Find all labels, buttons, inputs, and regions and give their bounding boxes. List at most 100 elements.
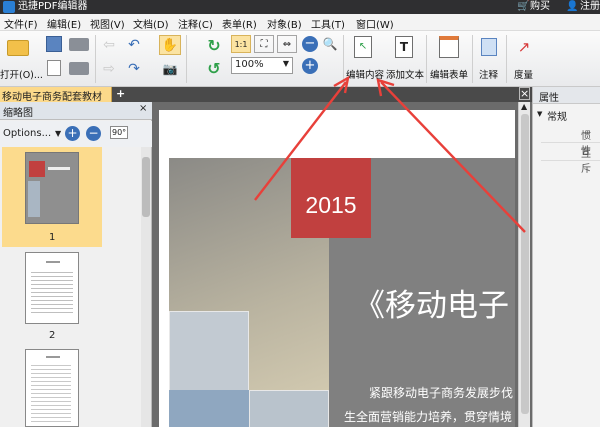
options-dropdown[interactable]: Options... xyxy=(3,128,51,139)
options-chevron-icon[interactable]: ▼ xyxy=(55,129,61,138)
thumbnail-page-2[interactable] xyxy=(25,252,79,324)
zoom-dropdown[interactable]: 100% ▼ xyxy=(231,57,293,74)
measure-button[interactable]: ↗ xyxy=(513,34,535,60)
tab-document[interactable]: 移动电子商务配套教材 xyxy=(0,87,112,103)
cover-subtitle-1: 紧跟移动电子商务发展步伐 xyxy=(369,386,514,400)
annotation-button[interactable] xyxy=(478,34,500,60)
cover-block-blue xyxy=(169,390,249,427)
close-tab-icon[interactable]: × xyxy=(519,87,530,100)
add-text-button[interactable]: T xyxy=(393,34,415,60)
annotation-icon xyxy=(481,38,497,56)
cover-subtitle-2: 生全面营销能力培养，贯穿情境 xyxy=(344,410,513,424)
cart-icon[interactable]: 🛒 xyxy=(517,0,529,14)
select-tool-button[interactable]: 📷 xyxy=(159,59,181,79)
thumb-scroll-handle[interactable] xyxy=(142,157,150,217)
cover-title: 《移动电子 xyxy=(354,288,509,324)
menu-file[interactable]: 文件(F) xyxy=(4,16,38,31)
edit-content-button[interactable]: ↖ xyxy=(352,34,374,60)
properties-header: 属性 xyxy=(533,87,600,104)
zoom-in-icon[interactable]: + xyxy=(302,58,318,74)
thumbnail-scrollbar[interactable] xyxy=(141,147,151,427)
edit-content-label[interactable]: 编辑内容 xyxy=(346,67,384,81)
scan-button[interactable] xyxy=(44,59,64,77)
save-button[interactable] xyxy=(44,35,64,53)
edit-form-label[interactable]: 编辑表单 xyxy=(430,67,468,81)
document-scroll-handle[interactable] xyxy=(521,114,529,414)
email-button[interactable] xyxy=(66,59,92,77)
undo-button[interactable]: ↶ xyxy=(122,37,146,53)
thumbnail-image-1 xyxy=(25,152,79,224)
document-scrollbar[interactable]: ▲ xyxy=(518,102,530,427)
thumbnail-title: 缩略图 xyxy=(3,108,33,119)
thumb-zoom-out-icon[interactable]: − xyxy=(86,126,101,141)
new-tab-icon[interactable]: + xyxy=(116,87,125,100)
user-icon[interactable]: 👤 xyxy=(566,0,578,14)
add-text-label[interactable]: 添加文本 xyxy=(386,67,424,81)
back-button[interactable]: ⇦ xyxy=(100,37,118,53)
annotation-label[interactable]: 注释 xyxy=(479,67,498,81)
menu-form[interactable]: 表单(R) xyxy=(222,16,257,31)
open-button[interactable] xyxy=(4,34,32,62)
actual-size-button[interactable]: 1:1 xyxy=(231,35,251,53)
thumbnail-page-1[interactable]: 1 xyxy=(2,147,102,247)
menu-comment[interactable]: 注释(C) xyxy=(178,16,213,31)
properties-panel: 属性 ▼ 常规 惯性 互斥 xyxy=(532,87,600,427)
rotate-cw-button[interactable]: ↻ xyxy=(204,36,224,55)
hand-tool-button[interactable]: ✋ xyxy=(159,35,181,55)
folder-icon xyxy=(7,40,29,56)
cover-image: 2015 《移动电子 紧跟移动电子商务发展步伐 生全面营销能力培养，贯穿情境 xyxy=(169,158,515,427)
redo-button[interactable]: ↷ xyxy=(122,61,146,77)
menu-object[interactable]: 对象(B) xyxy=(267,16,302,31)
zoom-out-icon[interactable]: − xyxy=(302,36,318,52)
printer2-icon xyxy=(69,61,89,75)
menu-view[interactable]: 视图(V) xyxy=(90,16,125,31)
rotate-thumb-button[interactable]: 90° xyxy=(110,126,129,139)
measure-label[interactable]: 度量 xyxy=(514,67,533,81)
thumb-zoom-in-icon[interactable]: + xyxy=(65,126,80,141)
properties-collapse-icon[interactable]: ▼ xyxy=(537,110,542,118)
title-bar: 迅捷PDF编辑器 🛒 购买 👤 注册 xyxy=(0,0,600,14)
document-page: 2015 《移动电子 紧跟移动电子商务发展步伐 生全面营销能力培养，贯穿情境 xyxy=(159,110,515,427)
close-panel-icon[interactable]: × xyxy=(139,103,147,114)
properties-title: 属性 xyxy=(539,93,559,104)
zoom-select-icon[interactable]: 🔍 xyxy=(320,35,340,53)
register-link[interactable]: 注册 xyxy=(580,0,600,14)
thumbnail-header: 缩略图 × xyxy=(0,102,152,120)
thumbnail-page-label-2: 2 xyxy=(49,330,56,341)
menu-window[interactable]: 窗口(W) xyxy=(356,16,394,31)
year-badge: 2015 xyxy=(291,158,371,238)
document-icon xyxy=(47,60,61,76)
scroll-up-icon[interactable]: ▲ xyxy=(521,102,527,111)
edit-content-icon: ↖ xyxy=(354,36,372,58)
tab-document-label: 移动电子商务配套教材 xyxy=(2,92,102,103)
forward-button[interactable]: ⇨ xyxy=(100,61,118,77)
document-area: 2015 《移动电子 紧跟移动电子商务发展步伐 生全面营销能力培养，贯穿情境 ▲ xyxy=(152,102,532,427)
rotate-ccw-button[interactable]: ↺ xyxy=(204,59,224,78)
form-icon xyxy=(439,36,459,58)
thumbnail-panel: 缩略图 × Options... ▼ + − 90° 1 2 xyxy=(0,102,152,427)
print-button[interactable] xyxy=(66,35,92,53)
tab-bar: 移动电子商务配套教材 + × xyxy=(0,87,600,103)
properties-group: 常规 xyxy=(547,112,567,123)
menu-edit[interactable]: 编辑(E) xyxy=(47,16,81,31)
thumbnail-page-label-1: 1 xyxy=(49,232,56,243)
fit-page-button[interactable]: ⛶ xyxy=(254,35,274,53)
thumbnail-page-3[interactable] xyxy=(25,349,79,427)
save-icon xyxy=(46,36,62,52)
open-label[interactable]: 打开(O)... xyxy=(0,67,43,81)
edit-form-button[interactable] xyxy=(437,34,461,60)
app-logo-icon xyxy=(3,1,15,13)
add-text-icon: T xyxy=(395,36,413,58)
year-text: 2015 xyxy=(305,192,357,218)
fit-width-button[interactable]: ⇔ xyxy=(277,35,297,53)
buy-link[interactable]: 购买 xyxy=(530,0,550,14)
menu-bar: 文件(F) 编辑(E) 视图(V) 文档(D) 注释(C) 表单(R) 对象(B… xyxy=(0,14,600,31)
menu-tools[interactable]: 工具(T) xyxy=(311,16,345,31)
thumbnail-toolbar: Options... ▼ + − 90° xyxy=(0,121,152,147)
zoom-value: 100% xyxy=(235,59,264,70)
menu-document[interactable]: 文档(D) xyxy=(133,16,169,31)
cover-block-light2 xyxy=(249,390,329,427)
toolbar: 打开(O)... ⇦ ⇨ ↶ ↷ ✋ 📷 ↻ ↺ 1:1 ⛶ ⇔ − 🔍 100… xyxy=(0,31,600,87)
app-title: 迅捷PDF编辑器 xyxy=(18,1,88,12)
printer-icon xyxy=(69,37,89,51)
